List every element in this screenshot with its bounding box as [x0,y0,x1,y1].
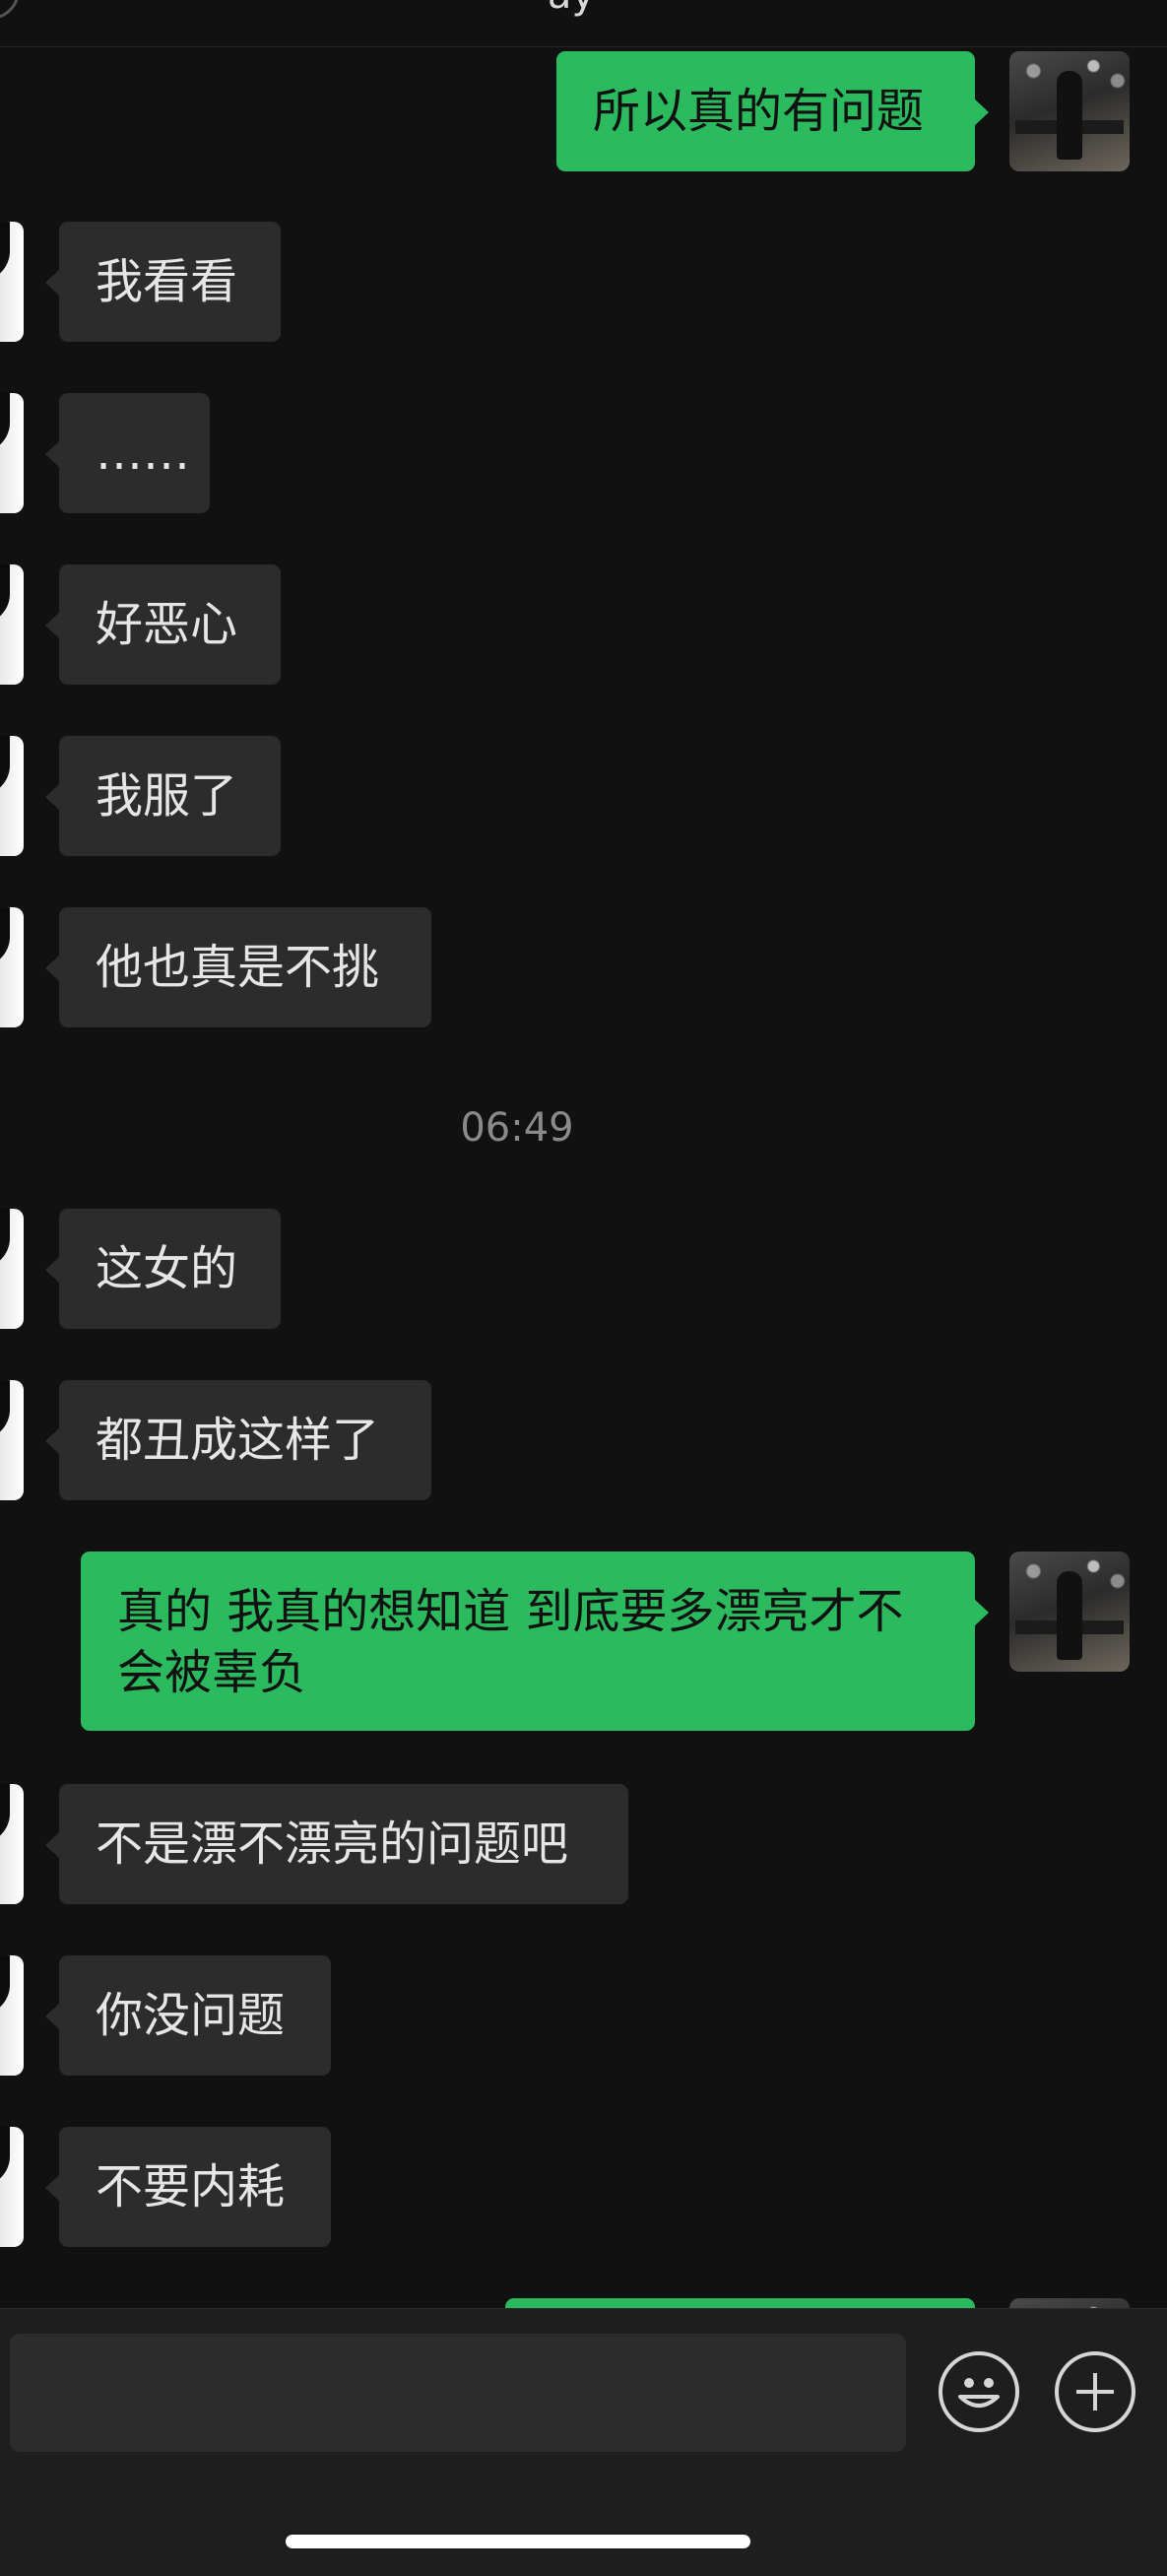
smiley-icon [958,2378,1000,2408]
contact-avatar[interactable] [0,393,24,513]
message-bubble-incoming[interactable]: 我服了 [45,736,281,856]
contact-avatar[interactable] [0,907,24,1027]
chat-title: ay [473,0,670,20]
message-bubble-incoming[interactable]: 这女的 [45,1209,281,1329]
message-bubble-incoming[interactable]: 他也真是不挑 [45,907,431,1027]
contact-avatar[interactable] [0,222,24,342]
contact-avatar[interactable] [0,1955,24,2076]
back-icon[interactable] [0,0,20,20]
message-bubble-incoming[interactable]: 都丑成这样了 [45,1380,431,1500]
contact-avatar[interactable] [0,1380,24,1500]
message-input[interactable] [10,2334,906,2452]
message-bubble-outgoing[interactable]: 所以真的有问题 [556,51,989,171]
my-avatar[interactable] [1009,1552,1130,1672]
message-timestamp: 06:49 [460,1105,574,1151]
chat-screen: ay 所以真的有问题 我看看 …… 好恶心 我服了 他也真是不挑 06:49 这… [0,0,1167,2576]
contact-avatar[interactable] [0,564,24,685]
message-bubble-incoming[interactable]: 你没问题 [45,1955,331,2076]
contact-avatar[interactable] [0,1784,24,1904]
message-bubble-incoming[interactable]: 不要内耗 [45,2127,331,2247]
contact-avatar[interactable] [0,736,24,856]
contact-avatar[interactable] [0,1209,24,1329]
chat-header: ay [0,0,1167,47]
message-bubble-incoming[interactable]: 我看看 [45,222,281,342]
emoji-button[interactable] [939,2351,1019,2432]
message-bubble-outgoing[interactable]: 真的 我真的想知道 到底要多漂亮才不会被辜负 [81,1552,989,1731]
message-bubble-incoming[interactable]: 不是漂不漂亮的问题吧 [45,1784,628,1904]
contact-avatar[interactable] [0,2127,24,2247]
message-bubble-incoming[interactable]: 好恶心 [45,564,281,685]
more-button[interactable] [1055,2351,1135,2432]
home-indicator[interactable] [286,2535,750,2548]
plus-icon [1076,2373,1114,2411]
message-bubble-incoming[interactable]: …… [45,393,210,513]
my-avatar[interactable] [1009,51,1130,171]
